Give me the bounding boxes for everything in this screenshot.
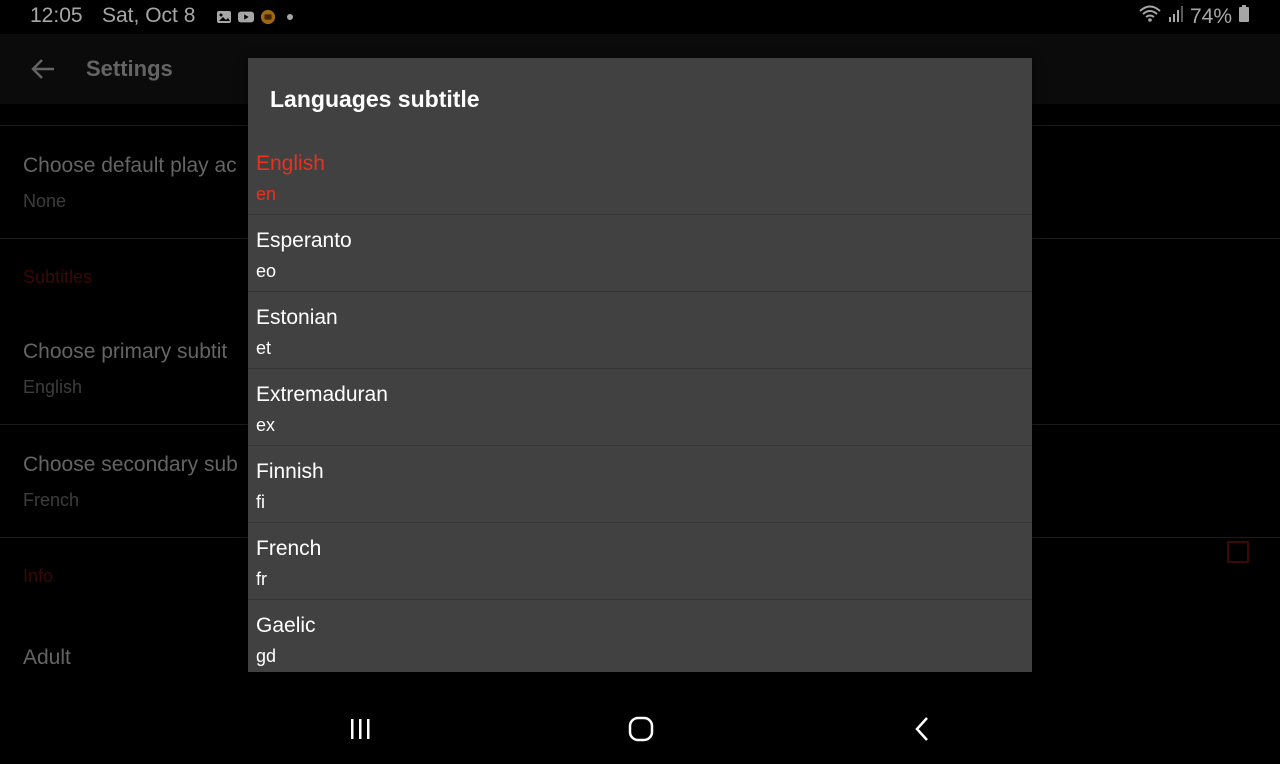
language-name: Finnish (256, 460, 324, 483)
dialog-title: Languages subtitle (270, 86, 480, 112)
language-name: English (256, 152, 325, 175)
language-code: fi (256, 492, 265, 512)
language-code: ex (256, 415, 276, 435)
language-code: eo (256, 261, 277, 281)
language-name: Estonian (256, 306, 338, 329)
language-item-estonian[interactable]: Estonian et (248, 292, 1032, 369)
language-name: French (256, 537, 322, 560)
language-code: fr (256, 569, 267, 589)
language-code: en (256, 184, 277, 204)
language-name: Extremaduran (256, 383, 388, 406)
language-list: English en Esperanto eo Estonian et Extr… (248, 138, 1032, 672)
language-name: Esperanto (256, 229, 352, 252)
language-code: gd (256, 646, 277, 666)
language-item-finnish[interactable]: Finnish fi (248, 446, 1032, 523)
language-item-extremaduran[interactable]: Extremaduran ex (248, 369, 1032, 446)
navigation-bar (0, 696, 1280, 764)
language-name: Gaelic (256, 614, 316, 637)
language-code: et (256, 338, 272, 358)
language-item-english[interactable]: English en (248, 138, 1032, 215)
home-icon[interactable] (624, 714, 658, 744)
languages-dialog: Languages subtitle English en Esperanto … (248, 58, 1032, 672)
language-item-gaelic[interactable]: Gaelic gd (248, 600, 1032, 672)
language-item-esperanto[interactable]: Esperanto eo (248, 215, 1032, 292)
recents-icon[interactable] (343, 714, 377, 744)
language-item-french[interactable]: French fr (248, 523, 1032, 600)
screen: 12:05 Sat, Oct 8 74% Settings Choose def… (0, 0, 1280, 764)
back-icon[interactable] (905, 714, 939, 744)
